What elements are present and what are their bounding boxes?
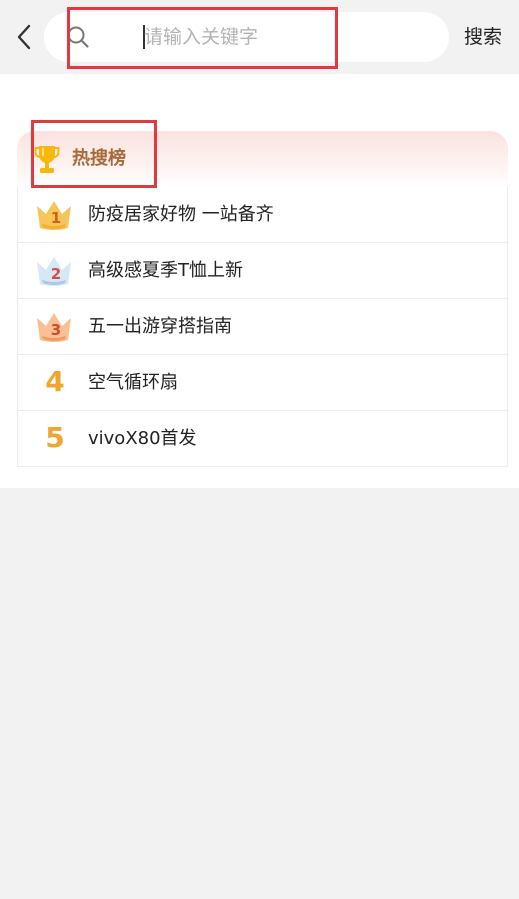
rank-number: 4 xyxy=(45,365,65,398)
hot-search-title: 热搜榜 xyxy=(72,148,126,169)
rank-number: 1 xyxy=(50,209,62,227)
rank-number: 2 xyxy=(50,265,62,283)
search-icon xyxy=(67,26,89,48)
hot-search-label: 五一出游穿搭指南 xyxy=(88,316,232,337)
chevron-left-icon xyxy=(17,24,31,50)
hot-search-label: vivoX80首发 xyxy=(88,428,197,449)
hot-search-item-5[interactable]: 5 vivoX80首发 xyxy=(18,411,507,467)
hot-search-label: 高级感夏季T恤上新 xyxy=(88,260,243,281)
search-box[interactable] xyxy=(44,12,449,62)
search-input[interactable] xyxy=(144,21,374,53)
rank-number: 3 xyxy=(50,321,62,339)
hot-search-item-3[interactable]: 3 五一出游穿搭指南 xyxy=(18,299,507,355)
hot-search-item-4[interactable]: 4 空气循环扇 xyxy=(18,355,507,411)
hot-search-card: 热搜榜 1 防疫居家好物 一站备齐 2 高级感夏季T恤上新 3 五一出游穿搭指南… xyxy=(17,131,508,467)
hot-search-header: 热搜榜 xyxy=(17,131,508,187)
trophy-icon xyxy=(34,146,60,173)
hot-search-label: 防疫居家好物 一站备齐 xyxy=(88,204,274,225)
back-button[interactable] xyxy=(10,20,38,54)
search-button[interactable]: 搜索 xyxy=(464,24,502,50)
hot-search-label: 空气循环扇 xyxy=(88,372,178,393)
rank-number: 5 xyxy=(45,421,65,454)
top-bar: 搜索 xyxy=(0,0,519,74)
hot-search-item-2[interactable]: 2 高级感夏季T恤上新 xyxy=(18,243,507,299)
main-content: 热搜榜 1 防疫居家好物 一站备齐 2 高级感夏季T恤上新 3 五一出游穿搭指南… xyxy=(0,74,519,488)
hot-search-list: 1 防疫居家好物 一站备齐 2 高级感夏季T恤上新 3 五一出游穿搭指南 4 空… xyxy=(17,187,508,467)
hot-search-item-1[interactable]: 1 防疫居家好物 一站备齐 xyxy=(18,187,507,243)
